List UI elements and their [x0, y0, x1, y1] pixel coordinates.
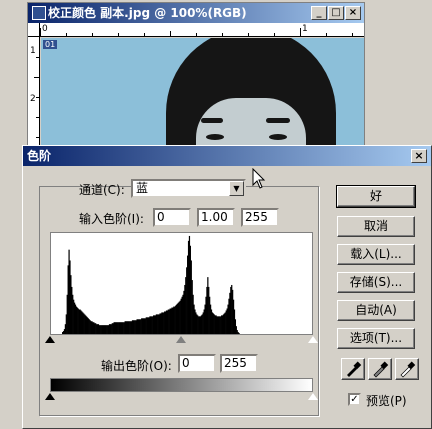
ruler-tick [300, 28, 301, 36]
ruler-tick [274, 33, 275, 36]
ruler-tick [66, 33, 67, 36]
black-eyedropper-icon [347, 361, 362, 377]
output-white-slider-handle[interactable] [308, 393, 318, 400]
ruler-tick [170, 31, 171, 36]
dialog-title: 色阶 [27, 149, 52, 163]
histogram-bar [238, 333, 240, 334]
preview-checkbox[interactable]: ✓ [348, 393, 361, 406]
levels-dialog: 色阶 × 通道(C): 蓝 ▼ 输入色阶(I): 0 1.00 255 输出色阶… [22, 145, 432, 429]
input-white-field[interactable]: 255 [241, 208, 279, 227]
output-levels-label: 输出色阶(O): [101, 359, 172, 373]
output-gradient-bar [50, 378, 313, 392]
ruler-tick [196, 33, 197, 36]
ruler-tick [36, 117, 39, 118]
dialog-close-button[interactable]: × [411, 149, 427, 163]
right-eye [269, 134, 287, 140]
ruler-tick [352, 33, 353, 36]
ruler-tick [36, 97, 39, 98]
output-slider[interactable] [45, 393, 318, 401]
ruler-tick [248, 33, 249, 36]
load-button[interactable]: 载入(L)... [337, 244, 415, 265]
channel-label: 通道(C): [79, 183, 125, 197]
input-white-slider-handle[interactable] [308, 336, 318, 343]
input-gamma-field[interactable]: 1.00 [197, 208, 235, 227]
input-gamma-slider-handle[interactable] [176, 336, 186, 343]
white-eyedropper-icon [400, 361, 416, 378]
ruler-top-label-0: 0 [42, 24, 48, 34]
ruler-tick [34, 77, 39, 78]
ok-button[interactable]: 好 [336, 185, 416, 208]
white-eyedropper-button[interactable] [395, 358, 419, 380]
maximize-button[interactable]: □ [328, 6, 344, 20]
ruler-top-label-1: 1 [302, 24, 308, 34]
gray-eyedropper-icon [373, 361, 389, 378]
ruler-top[interactable]: 0 1 [40, 23, 364, 37]
output-black-field[interactable]: 0 [178, 354, 216, 373]
image-window[interactable]: 校正颜色 副本.jpg @ 100%(RGB) _ □ × 0 1 1 2 01 [27, 2, 365, 152]
ruler-tick [326, 33, 327, 36]
ruler-left-label-1: 1 [30, 46, 36, 56]
image-window-title: 校正颜色 副本.jpg @ 100%(RGB) [48, 6, 247, 20]
save-button[interactable]: 存储(S)... [337, 272, 415, 293]
input-levels-label: 输入色阶(I): [79, 212, 144, 226]
photoshop-document-icon [32, 6, 46, 20]
minimize-button[interactable]: _ [311, 6, 327, 20]
ruler-left-label-2: 2 [30, 94, 36, 104]
input-black-slider-handle[interactable] [45, 336, 55, 343]
preview-label: 预览(P) [366, 394, 407, 408]
output-black-slider-handle[interactable] [45, 393, 55, 400]
chevron-down-icon[interactable]: ▼ [229, 181, 244, 196]
auto-button[interactable]: 自动(A) [337, 300, 415, 321]
ruler-origin[interactable] [28, 23, 40, 37]
options-button[interactable]: 选项(T)... [337, 328, 415, 349]
ruler-tick [36, 137, 39, 138]
left-eye [206, 134, 224, 140]
mouse-cursor-icon [252, 168, 266, 189]
input-black-field[interactable]: 0 [153, 208, 191, 227]
face-shape [196, 98, 306, 151]
ruler-tick [36, 57, 39, 58]
ruler-left[interactable]: 1 2 [28, 37, 40, 151]
output-white-field[interactable]: 255 [220, 354, 258, 373]
ruler-tick [118, 33, 119, 36]
ruler-tick [92, 33, 93, 36]
window-controls: _ □ × [311, 6, 361, 20]
cancel-button[interactable]: 取消 [337, 216, 415, 237]
channel-select[interactable]: 蓝 ▼ [131, 179, 246, 198]
close-window-button[interactable]: × [345, 6, 361, 20]
ruler-tick [40, 28, 41, 36]
dialog-titlebar[interactable]: 色阶 [23, 146, 431, 166]
layer-indicator: 01 [43, 40, 58, 49]
gray-eyedropper-button[interactable] [368, 358, 392, 380]
ruler-tick [222, 33, 223, 36]
left-eyebrow [201, 118, 223, 123]
image-canvas[interactable]: 01 [41, 38, 364, 151]
right-eyebrow [266, 118, 290, 123]
channel-value: 蓝 [136, 181, 149, 195]
black-eyedropper-button[interactable] [341, 358, 365, 380]
histogram [50, 232, 313, 335]
ruler-tick [144, 33, 145, 36]
input-slider[interactable] [45, 336, 318, 344]
